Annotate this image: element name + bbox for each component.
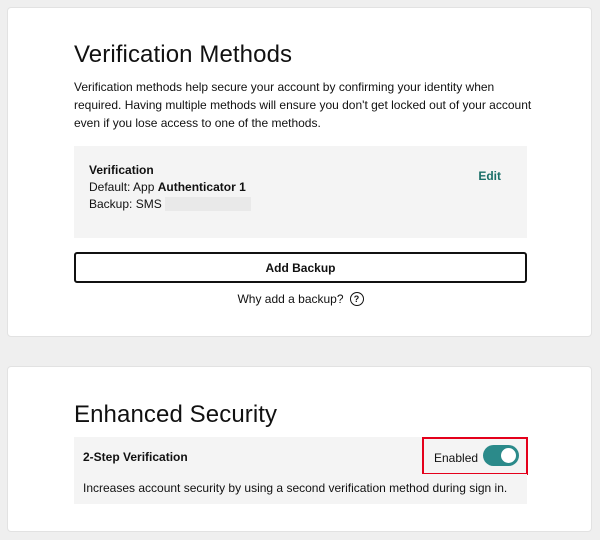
default-method-value: Authenticator 1 (157, 180, 246, 194)
backup-method: Backup: SMS (89, 197, 251, 211)
edit-verification-link[interactable]: Edit (478, 169, 501, 183)
backup-method-prefix: Backup: SMS (89, 197, 162, 211)
two-step-description: Increases account security by using a se… (83, 481, 508, 495)
help-icon[interactable]: ? (349, 292, 364, 306)
section-description: Verification methods help secure your ac… (74, 80, 532, 130)
enhanced-security-card: Enhanced Security 2-Step Verification En… (7, 366, 592, 532)
verification-summary-box: Verification Default: App Authenticator … (74, 146, 527, 238)
default-method: Default: App Authenticator 1 (89, 180, 246, 194)
highlight-box (422, 437, 528, 475)
verification-box-title: Verification (89, 163, 154, 177)
why-backup-label: Why add a backup? (237, 292, 344, 306)
two-step-description-row: Increases account security by using a se… (74, 474, 527, 504)
why-backup-row: Why add a backup? ? (8, 292, 593, 306)
redacted-phone-number (164, 197, 251, 211)
default-method-prefix: Default: App (89, 180, 155, 194)
two-step-label: 2-Step Verification (83, 450, 188, 464)
section-title: Verification Methods (74, 41, 293, 68)
add-backup-button[interactable]: Add Backup (74, 252, 527, 283)
verification-methods-card: Verification Methods Verification method… (7, 7, 592, 337)
section-title: Enhanced Security (74, 401, 278, 428)
